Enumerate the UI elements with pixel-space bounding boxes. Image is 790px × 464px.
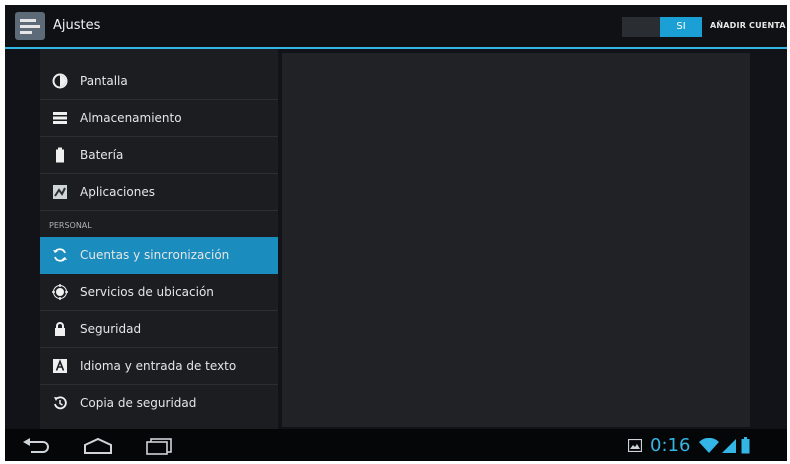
sidebar-item-label: Servicios de ubicación	[80, 285, 214, 299]
right-margin	[753, 49, 787, 429]
sidebar-item-label: Pantalla	[80, 74, 128, 88]
sidebar-item-label: Seguridad	[80, 322, 142, 336]
sync-icon	[53, 248, 67, 262]
add-account-button[interactable]: AÑADIR CUENTA	[710, 21, 786, 30]
toggle-on-thumb: SI	[660, 17, 702, 37]
settings-sidebar: Pantalla Almacenamiento Batería Aplicaci…	[40, 49, 278, 429]
sidebar-item-pantalla[interactable]: Pantalla	[40, 63, 278, 100]
clock: 0:16	[650, 435, 691, 456]
backup-icon	[54, 396, 67, 410]
sidebar-item-label: Almacenamiento	[80, 111, 182, 125]
recent-apps-icon[interactable]	[143, 437, 177, 455]
wifi-icon	[699, 438, 719, 453]
sidebar-item-label: Idioma y entrada de texto	[80, 359, 237, 373]
signal-icon	[722, 439, 736, 453]
section-header-personal: PERSONAL	[49, 221, 92, 230]
android-settings-screen: Ajustes SI AÑADIR CUENTA Pantalla Almace…	[5, 5, 787, 461]
language-icon	[53, 359, 67, 373]
brightness-icon	[52, 73, 68, 89]
apps-icon	[53, 185, 67, 199]
system-nav-bar: 0:16	[5, 429, 787, 461]
settings-detail-pane	[282, 53, 750, 427]
action-bar: Ajustes SI AÑADIR CUENTA	[5, 5, 787, 49]
battery-status-icon	[741, 437, 750, 454]
battery-icon	[56, 147, 64, 163]
sidebar-item-bateria[interactable]: Batería	[40, 137, 278, 174]
sidebar-item-cuentas[interactable]: Cuentas y sincronización	[40, 237, 278, 274]
account-sync-toggle[interactable]: SI	[622, 17, 702, 37]
sidebar-item-label: Batería	[80, 148, 124, 162]
sidebar-item-label: Copia de seguridad	[80, 396, 197, 410]
sidebar-item-label: Aplicaciones	[80, 185, 155, 199]
location-icon	[52, 284, 68, 300]
sidebar-item-ubicacion[interactable]: Servicios de ubicación	[40, 274, 278, 311]
sidebar-item-label: Cuentas y sincronización	[80, 248, 230, 262]
back-icon[interactable]	[19, 437, 53, 455]
lock-icon	[55, 322, 65, 336]
storage-icon	[53, 112, 67, 124]
page-title: Ajustes	[53, 18, 101, 33]
sidebar-item-copia-seguridad[interactable]: Copia de seguridad	[40, 385, 278, 421]
sidebar-item-seguridad[interactable]: Seguridad	[40, 311, 278, 348]
sidebar-item-idioma[interactable]: Idioma y entrada de texto	[40, 348, 278, 385]
home-icon[interactable]	[81, 437, 115, 455]
gallery-notification-icon	[628, 439, 642, 452]
sidebar-item-aplicaciones[interactable]: Aplicaciones	[40, 174, 278, 211]
sidebar-item-almacenamiento[interactable]: Almacenamiento	[40, 100, 278, 137]
toggle-label: SI	[676, 21, 686, 32]
settings-app-icon[interactable]	[15, 12, 45, 40]
